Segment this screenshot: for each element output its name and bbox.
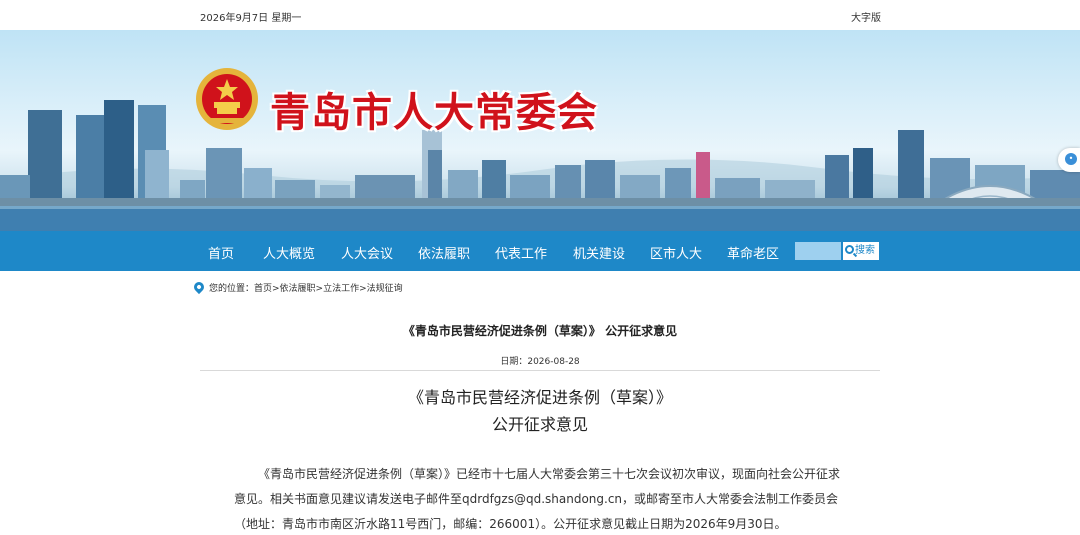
search-button-label: 搜索 (855, 245, 875, 256)
national-emblem-logo (194, 66, 260, 132)
search-input[interactable] (795, 242, 841, 260)
nav-revolutionary-areas[interactable]: 革命老区 (727, 243, 779, 262)
large-font-link[interactable]: 大字版 (851, 9, 881, 24)
article-heading-line1: 《青岛市民营经济促进条例（草案）》 (407, 388, 672, 407)
site-title: 青岛市人大常委会 (270, 89, 598, 136)
location-pin-icon (191, 279, 207, 295)
nav-overview[interactable]: 人大概览 (263, 243, 315, 262)
article-date: 日期：2026-08-28 (500, 357, 580, 367)
divider (200, 370, 880, 371)
current-date: 2026年9月7日 星期一 (200, 13, 302, 24)
breadcrumb-label: 您的位置： (209, 284, 255, 294)
article-title: 《青岛市民营经济促进条例（草案）》 公开征求意见 (402, 324, 678, 338)
search-icon (845, 245, 854, 254)
header-banner: 青岛市人大常委会 • (0, 30, 1080, 231)
nav-organ-building[interactable]: 机关建设 (573, 243, 625, 262)
nav-deputy-work[interactable]: 代表工作 (495, 243, 547, 262)
main-nav: 首页 人大概览 人大会议 依法履职 代表工作 机关建设 区市人大 革命老区 搜索 (0, 231, 1080, 271)
nav-duties[interactable]: 依法履职 (418, 243, 470, 262)
search-button[interactable]: 搜索 (843, 242, 879, 260)
nav-district-congress[interactable]: 区市人大 (650, 243, 702, 262)
breadcrumb-path[interactable]: 首页>依法履职>立法工作>法规征询 (254, 284, 403, 294)
article-body: 《青岛市民营经济促进条例（草案）》已经市十七届人大常委会第三十七次会议初次审议，… (234, 467, 841, 531)
side-float-button[interactable]: • (1058, 148, 1080, 172)
nav-congress-meetings[interactable]: 人大会议 (341, 243, 393, 262)
nav-home[interactable]: 首页 (208, 243, 234, 262)
article-heading-line2: 公开征求意见 (491, 415, 588, 434)
top-bar: 2026年9月7日 星期一 大字版 (0, 0, 1080, 30)
assistant-icon: • (1065, 153, 1077, 165)
breadcrumb: 您的位置：首页>依法履职>立法工作>法规征询 (191, 279, 403, 295)
